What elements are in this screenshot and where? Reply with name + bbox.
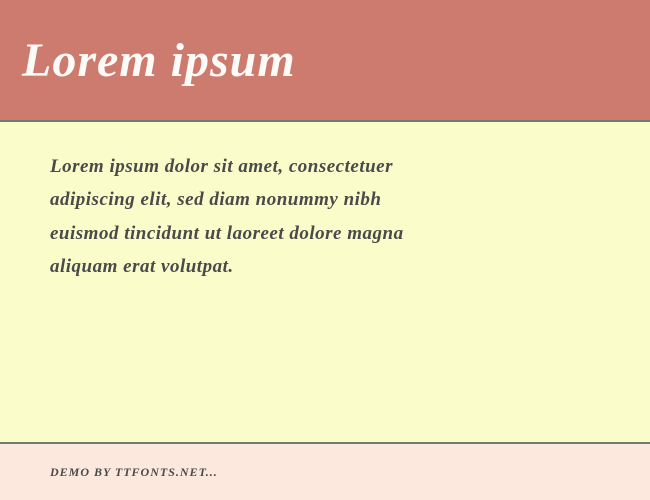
footer-banner: DEMO BY TTFONTS.NET... bbox=[0, 444, 650, 500]
header-banner: Lorem ipsum bbox=[0, 0, 650, 120]
content-area: Lorem ipsum dolor sit amet, consectetuer… bbox=[0, 122, 650, 442]
page-title: Lorem ipsum bbox=[22, 33, 296, 88]
footer-credit: DEMO BY TTFONTS.NET... bbox=[50, 465, 218, 480]
body-paragraph: Lorem ipsum dolor sit amet, consectetuer… bbox=[50, 150, 450, 283]
